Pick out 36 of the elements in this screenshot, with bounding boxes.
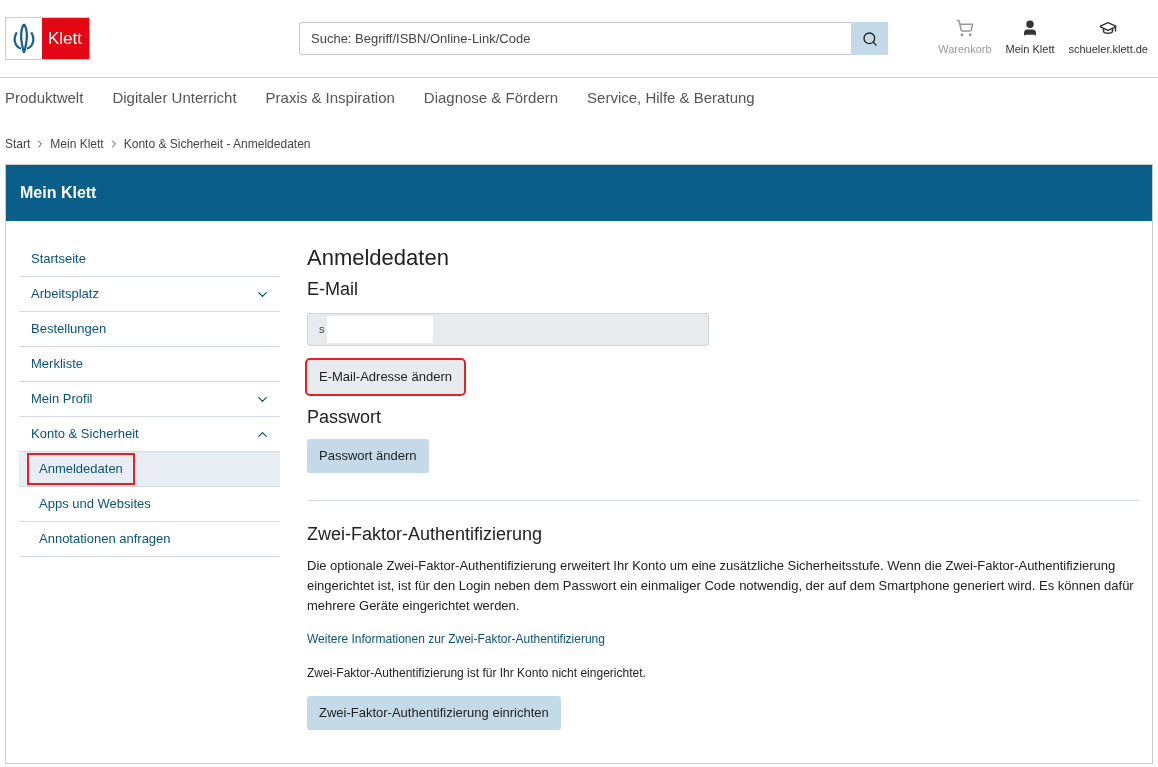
info-link[interactable]: Weitere Informationen zur Zwei-Faktor-Authentifizierung [307,630,1139,648]
search-button[interactable] [851,22,888,55]
search-field[interactable]: Suche: Begriff/ISBN/Online-Link/Code [299,22,851,55]
breadcrumb-link[interactable]: Konto & Sicherheit - Anmeldedaten [123,135,311,153]
sidebar-item[interactable]: Startseite [21,245,96,273]
search-icon [861,30,878,47]
breadcrumb-link[interactable]: Start [5,135,31,153]
action-button[interactable]: E-Mail-Adresse ändern [307,360,464,394]
header-link[interactable]: schueler.klett.de [1068,19,1148,58]
sidebar-item[interactable]: Mein Profil [21,385,103,413]
action-button[interactable]: Passwort ändern [307,439,429,473]
sidebar-item[interactable]: Bestellungen [21,315,117,343]
sidebar-item[interactable]: Merkliste [21,350,93,378]
nav-link[interactable]: Diagnose & Fördern [423,86,559,110]
nav-link[interactable]: Praxis & Inspiration [265,86,395,110]
section-heading: E-Mail [307,278,359,301]
logo[interactable]: Klett [5,17,90,60]
breadcrumb-link[interactable]: Mein Klett [50,135,104,153]
cart-icon [955,19,974,38]
logo-text: Klett [42,18,89,59]
status-text: Zwei-Faktor-Authentifizierung ist für Ihr Konto nicht eingerichtet. [307,665,647,682]
email-value: s [319,322,325,338]
sidebar-item[interactable]: Konto & Sicherheit [21,420,149,448]
nav-link[interactable]: Produktwelt [5,86,84,110]
sidebar-item[interactable]: Apps und Websites [29,490,161,518]
section-heading: Zwei-Faktor-Authentifizierung [307,523,544,546]
description-text: Die optionale Zwei-Faktor-Authentifizierung erweitert Ihr Konto um eine zusätzliche Sicherheitsstufe. Wenn die Zwei-Faktor-Authentifizierung eingerichtet ist, ist für den Login neben dem Passwort ein einmaliger Code notwendig, der auf dem Smartphone generiert wird. Es können dafür mehrere Geräte eingerichtet werden. [307,557,1135,615]
panel-title: Mein Klett [20,183,97,203]
nav-link[interactable]: Service, Hilfe & Beratung [587,86,755,110]
section-heading: Passwort [307,406,383,429]
sidebar-item[interactable]: Annotationen anfragen [29,525,181,553]
page-title: Anmeldedaten [307,244,450,272]
sidebar-item[interactable]: Arbeitsplatz [21,280,109,308]
nav-link[interactable]: Digitaler Unterricht [112,86,237,110]
header-link[interactable]: Mein Klett [1005,19,1055,58]
action-button[interactable]: Zwei-Faktor-Authentifizierung einrichten [307,696,561,730]
